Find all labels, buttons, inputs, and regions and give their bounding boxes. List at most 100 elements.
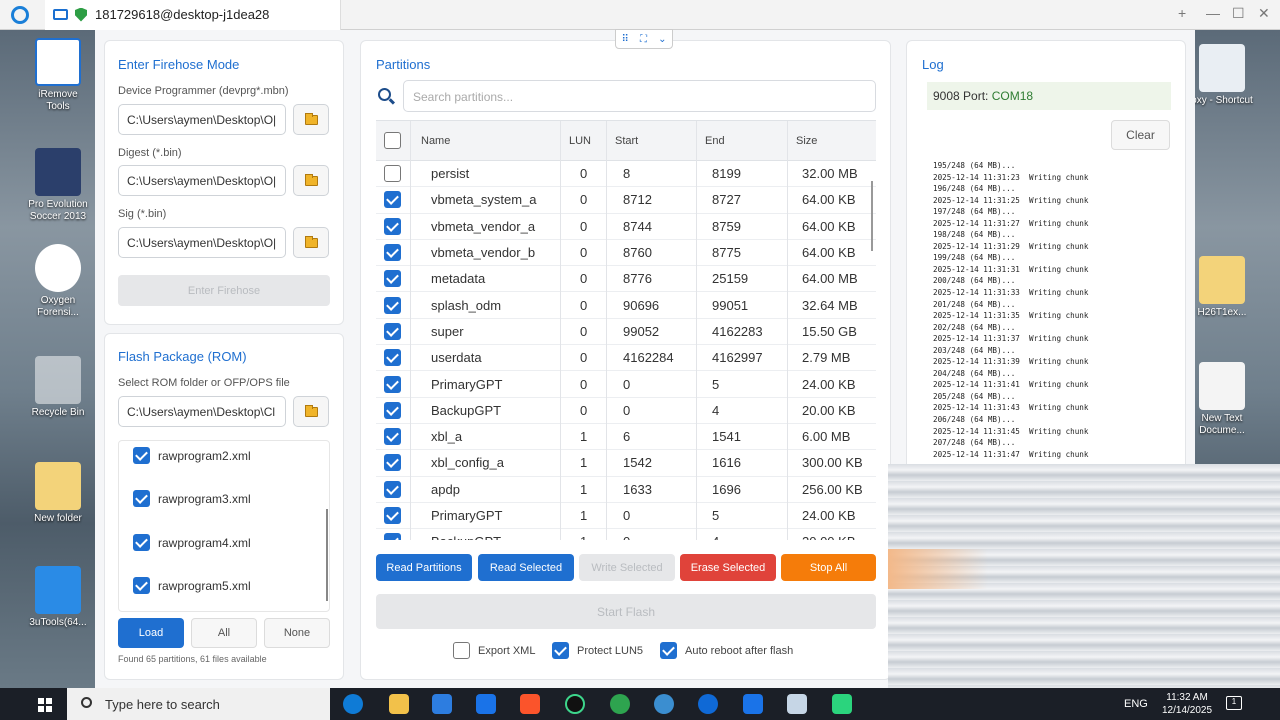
app-icon[interactable] bbox=[476, 694, 496, 714]
remote-app-taskbar-icon[interactable] bbox=[743, 694, 763, 714]
row-checkbox-cell[interactable] bbox=[384, 450, 401, 475]
desktop-icon-recycle-bin[interactable]: Recycle Bin bbox=[26, 356, 90, 419]
desktop-icon-3utools[interactable]: 3uTools(64... bbox=[26, 566, 90, 629]
chevron-down-icon[interactable]: ⌄ bbox=[658, 34, 666, 45]
row-checkbox[interactable] bbox=[384, 507, 401, 525]
table-row[interactable]: PrimaryGPT 0 0 5 24.00 KB bbox=[376, 371, 876, 398]
table-row[interactable]: xbl_config_a 1 1542 1616 300.00 KB bbox=[376, 450, 876, 477]
read-selected-button[interactable]: Read Selected bbox=[478, 554, 574, 581]
desktop-icon-iremove[interactable]: iRemove Tools bbox=[26, 38, 90, 113]
row-checkbox-cell[interactable] bbox=[384, 293, 401, 318]
row-checkbox[interactable] bbox=[384, 270, 401, 288]
app-icon[interactable] bbox=[832, 694, 852, 714]
upwork-icon[interactable] bbox=[565, 694, 585, 714]
row-checkbox-cell[interactable] bbox=[384, 503, 401, 528]
checkbox[interactable] bbox=[552, 642, 569, 659]
clear-log-button[interactable]: Clear bbox=[1111, 120, 1170, 150]
checkbox[interactable] bbox=[133, 534, 150, 551]
column-name[interactable]: Name bbox=[421, 121, 450, 160]
windows-start-icon[interactable] bbox=[38, 698, 52, 712]
row-checkbox[interactable] bbox=[384, 322, 401, 340]
start-flash-button[interactable]: Start Flash bbox=[376, 594, 876, 629]
file-explorer-icon[interactable] bbox=[389, 694, 409, 714]
checkbox[interactable] bbox=[453, 642, 470, 659]
rom-file-list[interactable]: rawprogram2.xml rawprogram3.xml rawprogr… bbox=[118, 440, 330, 612]
table-row[interactable]: splash_odm 0 90696 99051 32.64 MB bbox=[376, 293, 876, 319]
row-checkbox-cell[interactable] bbox=[384, 398, 401, 423]
row-checkbox[interactable] bbox=[384, 244, 401, 262]
row-checkbox-cell[interactable] bbox=[384, 345, 401, 370]
column-start[interactable]: Start bbox=[615, 121, 638, 160]
maximize-button[interactable]: ☐ bbox=[1232, 5, 1245, 22]
desktop-icon-oxygen[interactable]: Oxygen Forensi... bbox=[26, 244, 90, 319]
row-checkbox[interactable] bbox=[384, 296, 401, 314]
language-indicator[interactable]: ENG bbox=[1124, 688, 1148, 720]
erase-selected-button[interactable]: Erase Selected bbox=[680, 554, 776, 581]
row-checkbox-cell[interactable] bbox=[384, 529, 401, 540]
desktop-icon-h26[interactable]: H26T1ex... bbox=[1190, 256, 1254, 319]
row-checkbox-cell[interactable] bbox=[384, 214, 401, 239]
row-checkbox[interactable] bbox=[384, 217, 401, 235]
rom-file-item[interactable]: rawprogram3.xml bbox=[133, 490, 251, 507]
programmer-field[interactable]: C:\Users\aymen\Desktop\O| bbox=[118, 104, 286, 135]
column-lun[interactable]: LUN bbox=[569, 121, 591, 160]
browse-programmer-button[interactable] bbox=[293, 104, 329, 135]
session-tab[interactable]: 181729618@desktop-j1dea28 bbox=[45, 0, 341, 30]
minimize-button[interactable]: — bbox=[1206, 5, 1220, 21]
row-checkbox[interactable] bbox=[384, 454, 401, 472]
export-xml-option[interactable]: Export XML bbox=[453, 642, 535, 659]
rom-file-item[interactable]: rawprogram5.xml bbox=[133, 577, 251, 594]
store-icon[interactable] bbox=[432, 694, 452, 714]
new-tab-button[interactable]: + bbox=[1178, 5, 1186, 21]
rom-list-scrollbar[interactable] bbox=[326, 509, 328, 601]
table-row[interactable]: super 0 99052 4162283 15.50 GB bbox=[376, 319, 876, 346]
fullscreen-icon[interactable]: ⛶ bbox=[640, 34, 647, 45]
browse-digest-button[interactable] bbox=[293, 165, 329, 196]
enter-firehose-button[interactable]: Enter Firehose bbox=[118, 275, 330, 306]
row-checkbox-cell[interactable] bbox=[384, 266, 401, 291]
load-button[interactable]: Load bbox=[118, 618, 184, 648]
row-checkbox-cell[interactable] bbox=[384, 371, 401, 396]
browse-sig-button[interactable] bbox=[293, 227, 329, 258]
checkbox[interactable] bbox=[133, 490, 150, 507]
table-row[interactable]: persist 0 8 8199 32.00 MB bbox=[376, 161, 876, 188]
desktop-icon-pes[interactable]: Pro Evolution Soccer 2013 bbox=[26, 148, 90, 223]
rom-file-item[interactable]: rawprogram2.xml bbox=[133, 447, 251, 464]
table-row[interactable]: metadata 0 8776 25159 64.00 MB bbox=[376, 266, 876, 293]
n-app-icon[interactable] bbox=[610, 694, 630, 714]
clock[interactable]: 11:32 AM 12/14/2025 bbox=[1162, 691, 1212, 717]
notification-icon[interactable]: 1 bbox=[1226, 696, 1242, 710]
row-checkbox[interactable] bbox=[384, 165, 401, 183]
table-row[interactable]: userdata 0 4162284 4162997 2.79 MB bbox=[376, 345, 876, 372]
checkbox[interactable] bbox=[133, 447, 150, 464]
auto-reboot-option[interactable]: Auto reboot after flash bbox=[660, 642, 793, 659]
row-checkbox-cell[interactable] bbox=[384, 240, 401, 265]
checkbox[interactable] bbox=[660, 642, 677, 659]
table-row[interactable]: BackupGPT 0 0 4 20.00 KB bbox=[376, 398, 876, 424]
protect-lun5-option[interactable]: Protect LUN5 bbox=[552, 642, 643, 659]
taskbar-search[interactable]: Type here to search bbox=[67, 688, 330, 720]
stop-all-button[interactable]: Stop All bbox=[781, 554, 876, 581]
row-checkbox[interactable] bbox=[384, 533, 401, 540]
rom-field[interactable]: C:\Users\aymen\Desktop\Cl bbox=[118, 396, 286, 427]
table-row[interactable]: BackupGPT 1 0 4 20.00 KB bbox=[376, 529, 876, 540]
close-button[interactable]: ✕ bbox=[1258, 5, 1270, 22]
edge-icon[interactable] bbox=[343, 694, 363, 714]
write-selected-button[interactable]: Write Selected bbox=[579, 554, 675, 581]
remote-floating-toolbar[interactable]: ⠿ ⛶ ⌄ bbox=[615, 29, 673, 49]
app-icon[interactable] bbox=[787, 694, 807, 714]
select-all-checkbox[interactable] bbox=[384, 132, 401, 149]
row-checkbox[interactable] bbox=[384, 428, 401, 446]
table-row[interactable]: apdp 1 1633 1696 256.00 KB bbox=[376, 477, 876, 503]
read-partitions-button[interactable]: Read Partitions bbox=[376, 554, 472, 581]
select-all-checkbox-cell[interactable] bbox=[384, 121, 401, 160]
select-all-button[interactable]: All bbox=[191, 618, 257, 648]
table-row[interactable]: vbmeta_system_a 0 8712 8727 64.00 KB bbox=[376, 187, 876, 214]
table-row[interactable]: xbl_a 1 6 1541 6.00 MB bbox=[376, 424, 876, 451]
drag-handle-icon[interactable]: ⠿ bbox=[622, 34, 629, 45]
rom-file-item[interactable]: rawprogram4.xml bbox=[133, 534, 251, 551]
checkbox[interactable] bbox=[133, 577, 150, 594]
row-checkbox[interactable] bbox=[384, 480, 401, 498]
browse-rom-button[interactable] bbox=[293, 396, 329, 427]
table-row[interactable]: vbmeta_vendor_b 0 8760 8775 64.00 KB bbox=[376, 240, 876, 267]
